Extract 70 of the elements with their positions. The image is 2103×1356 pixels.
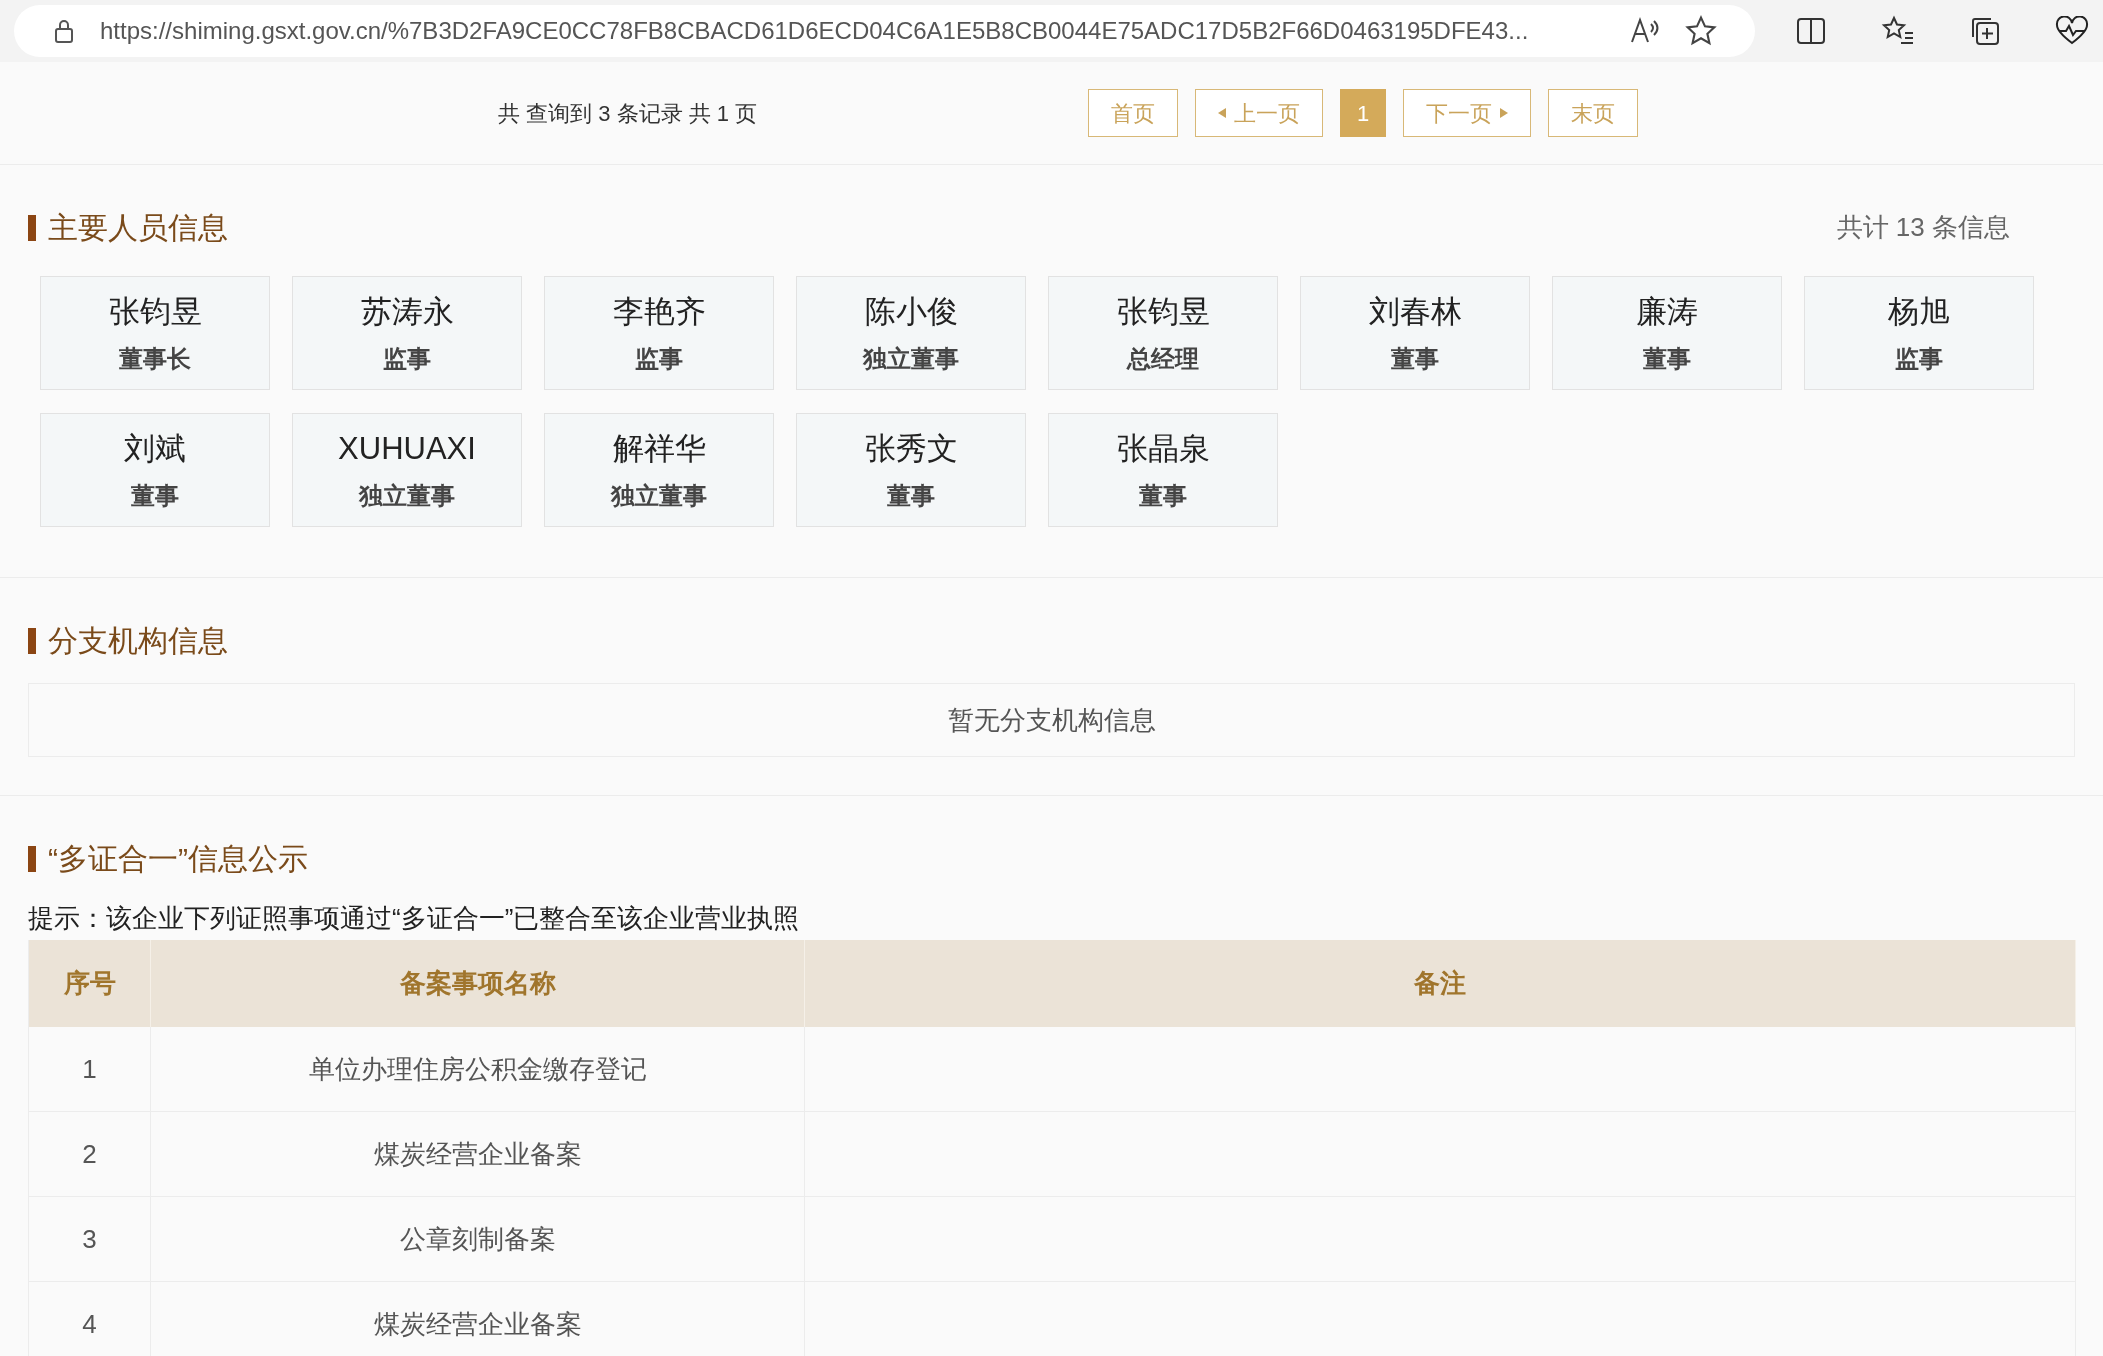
table-cell: 1	[29, 1027, 151, 1111]
person-card[interactable]: 张钧昱 总经理	[1048, 276, 1278, 390]
column-header: 备案事项名称	[151, 940, 805, 1027]
person-card[interactable]: 刘春林 董事	[1300, 276, 1530, 390]
table-cell: 煤炭经营企业备案	[151, 1112, 805, 1196]
person-name: 解祥华	[612, 429, 706, 468]
total-count: 共计 13 条信息	[1836, 211, 2010, 244]
table-cell: 2	[29, 1112, 151, 1196]
person-role: 总经理	[1127, 344, 1199, 375]
empty-notice: 暂无分支机构信息	[947, 703, 1156, 737]
section-title: 分支机构信息	[48, 623, 228, 659]
person-role: 独立董事	[611, 481, 707, 512]
address-bar[interactable]: https://shiming.gsxt.gov.cn/%7B3D2FA9CE0CC78FB8CBACD61D6ECD04C6A1E5B8CB0044E75ADC17D5B2F66D0463195DFE43...	[14, 5, 1755, 57]
lock-icon	[52, 18, 76, 44]
person-card[interactable]: 张秀文 董事	[796, 413, 1026, 527]
person-name: 刘斌	[124, 429, 186, 468]
person-role: 董事	[131, 481, 179, 512]
person-name: 张秀文	[864, 429, 958, 468]
title-marker	[28, 627, 36, 654]
hint-text: 提示：该企业下列证照事项通过“多证合一”已整合至该企业营业执照	[28, 902, 801, 935]
person-role: 董事	[1139, 481, 1187, 512]
person-card[interactable]: 张晶泉 董事	[1048, 413, 1278, 527]
person-card[interactable]: 李艳齐 监事	[544, 276, 774, 390]
person-card[interactable]: XUHUAXI 独立董事	[292, 413, 522, 527]
person-name: 李艳齐	[612, 292, 706, 331]
table-cell: 公章刻制备案	[151, 1197, 805, 1281]
person-name: 苏涛永	[360, 292, 454, 331]
title-marker	[28, 214, 36, 241]
person-name: 张钧昱	[108, 292, 202, 331]
person-name: 陈小俊	[864, 292, 958, 331]
heartbeat-icon[interactable]	[2055, 16, 2089, 46]
right-triangle-icon	[1500, 108, 1509, 118]
column-header: 备注	[805, 940, 2076, 1027]
person-card[interactable]: 廉涛 董事	[1552, 276, 1782, 390]
person-name: 张钧昱	[1116, 292, 1210, 331]
table-cell: 4	[29, 1282, 151, 1356]
collections-icon[interactable]	[1969, 15, 2001, 47]
person-card[interactable]: 苏涛永 监事	[292, 276, 522, 390]
person-name: 廉涛	[1636, 292, 1698, 331]
column-header: 序号	[29, 940, 151, 1027]
person-card[interactable]: 解祥华 独立董事	[544, 413, 774, 527]
person-role: 董事	[1391, 344, 1439, 375]
url-text: https://shiming.gsxt.gov.cn/%7B3D2FA9CE0CC78FB8CBACD61D6ECD04C6A1E5B8CB0044E75ADC17D5B2F66D0463195DFE43...	[100, 16, 1530, 46]
person-name: 张晶泉	[1116, 429, 1210, 468]
person-role: 董事长	[119, 344, 191, 375]
person-role: 监事	[1895, 344, 1943, 375]
left-triangle-icon	[1218, 108, 1226, 118]
person-name: 杨旭	[1888, 292, 1950, 331]
person-role: 董事	[1643, 344, 1691, 375]
table-cell: 3	[29, 1197, 151, 1281]
person-role: 董事	[887, 481, 935, 512]
person-role: 监事	[383, 344, 431, 375]
split-screen-icon[interactable]	[1795, 16, 1827, 46]
star-icon[interactable]	[1685, 15, 1717, 47]
table-cell: 单位办理住房公积金缴存登记	[151, 1027, 805, 1111]
person-name: XUHUAXI	[338, 429, 476, 468]
favorites-icon[interactable]	[1881, 15, 1915, 47]
person-card[interactable]: 陈小俊 独立董事	[796, 276, 1026, 390]
title-marker	[28, 845, 36, 872]
person-role: 独立董事	[359, 481, 455, 512]
person-name: 刘春林	[1368, 292, 1462, 331]
section-title: 主要人员信息	[48, 210, 228, 246]
person-card[interactable]: 张钧昱 董事长	[40, 276, 270, 390]
section-title: “多证合一”信息公示	[48, 841, 308, 877]
person-card[interactable]: 杨旭 监事	[1804, 276, 2034, 390]
person-card[interactable]: 刘斌 董事	[40, 413, 270, 527]
record-summary: 共 查询到 3 条记录 共 1 页	[498, 99, 759, 128]
person-role: 独立董事	[863, 344, 959, 375]
table-cell: 煤炭经营企业备案	[151, 1282, 805, 1356]
person-role: 监事	[635, 344, 683, 375]
